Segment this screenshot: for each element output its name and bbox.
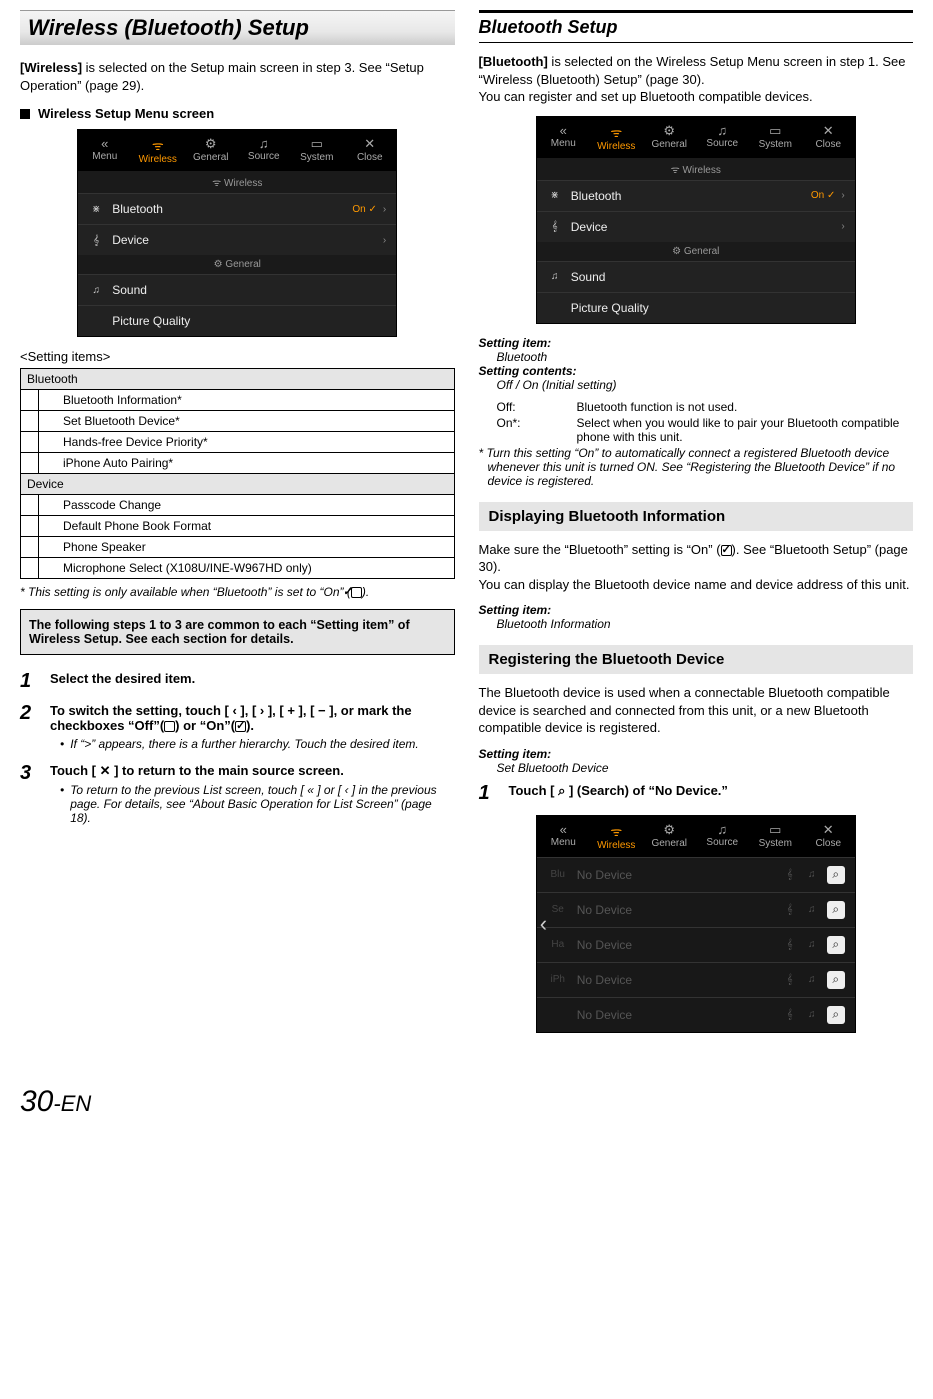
- wireless-setup-heading: Wireless (Bluetooth) Setup: [20, 10, 455, 45]
- ss-row: Picture Quality: [537, 292, 855, 323]
- ss-tab: ᯤWireless: [131, 130, 184, 171]
- no-device-screenshot: «MenuᯤWireless⚙General♫Source▭System✕Clo…: [536, 815, 856, 1033]
- search-icon: ⌕: [827, 1006, 845, 1024]
- setting-items-table: Bluetooth Bluetooth Information*Set Blue…: [20, 368, 455, 579]
- chevron-left-icon: ‹: [540, 911, 547, 937]
- no-device-row: SeNo Device𝄞♫⌕: [537, 892, 855, 927]
- bt-info-body: Make sure the “Bluetooth” setting is “On…: [479, 541, 914, 594]
- bluetooth-on-footnote: * This setting is only available when “B…: [20, 585, 455, 599]
- page-number: 30-EN: [20, 1085, 913, 1119]
- search-icon: ⌕: [827, 866, 845, 884]
- table-group-device: Device: [21, 474, 455, 495]
- checkbox-on-icon: [351, 587, 362, 598]
- ss-tab: ▭System: [749, 816, 802, 857]
- ss-tab: «Menu: [537, 816, 590, 857]
- ss-tab: ᯤWireless: [590, 117, 643, 158]
- ss-tab: ✕Close: [802, 117, 855, 158]
- definition-row: Off:Bluetooth function is not used.: [479, 400, 914, 414]
- checkbox-on-icon: [235, 721, 246, 732]
- ss-tab: ⚙General: [643, 816, 696, 857]
- table-row: Bluetooth Information*: [39, 390, 455, 411]
- ss-row: ⋇BluetoothOn ✓›: [537, 180, 855, 211]
- table-row: Passcode Change: [39, 495, 455, 516]
- wireless-keyword: [Wireless]: [20, 60, 82, 75]
- checkbox-on-icon: [721, 545, 732, 556]
- no-device-row: HaNo Device𝄞♫⌕: [537, 927, 855, 962]
- no-device-row: No Device𝄞♫⌕: [537, 997, 855, 1032]
- register-step-1: 1 Touch [ ⌕ ] (Search) of “No Device.”: [479, 783, 914, 803]
- table-row: Set Bluetooth Device*: [39, 411, 455, 432]
- registering-bt-device-heading: Registering the Bluetooth Device: [479, 645, 914, 674]
- table-group-bluetooth: Bluetooth: [21, 369, 455, 390]
- ss-tab: «Menu: [537, 117, 590, 158]
- ss-row: ♫Sound: [78, 274, 396, 305]
- setting-contents-value: Off / On (Initial setting): [479, 378, 914, 392]
- ss-tab: ▭System: [290, 130, 343, 171]
- ss-tab: ♫Source: [696, 117, 749, 158]
- step-1: 1 Select the desired item.: [20, 671, 455, 691]
- ss-row: 𝄞Device›: [78, 224, 396, 255]
- ss-tab: ▭System: [749, 117, 802, 158]
- square-bullet-icon: [20, 109, 30, 119]
- bluetooth-setup-screenshot: «MenuᯤWireless⚙General♫Source▭System✕Clo…: [536, 116, 856, 324]
- no-device-row: BluNo Device𝄞♫⌕: [537, 857, 855, 892]
- ss-row: Picture Quality: [78, 305, 396, 336]
- auto-connect-footnote: * Turn this setting “On” to automaticall…: [479, 446, 914, 488]
- register-body: The Bluetooth device is used when a conn…: [479, 684, 914, 737]
- search-icon: ⌕: [827, 901, 845, 919]
- search-icon: ⌕: [827, 936, 845, 954]
- table-row: Hands-free Device Priority*: [39, 432, 455, 453]
- setting-item-value: Bluetooth: [479, 350, 914, 364]
- ss-row: 𝄞Device›: [537, 211, 855, 242]
- setting-contents-label: Setting contents:: [479, 364, 914, 378]
- table-row: Microphone Select (X108U/INE-W967HD only…: [39, 558, 455, 579]
- bluetooth-setup-heading: Bluetooth Setup: [479, 10, 914, 43]
- right-column: Bluetooth Setup [Bluetooth] is selected …: [479, 10, 914, 1045]
- table-row: Phone Speaker: [39, 537, 455, 558]
- ss-row: ⋇BluetoothOn ✓›: [78, 193, 396, 224]
- search-icon: ⌕: [827, 971, 845, 989]
- bluetooth-intro: [Bluetooth] is selected on the Wireless …: [479, 53, 914, 106]
- ss-tab: ⚙General: [643, 117, 696, 158]
- table-row: iPhone Auto Pairing*: [39, 453, 455, 474]
- ss-tab: ✕Close: [343, 130, 396, 171]
- step-3: 3 Touch [ ✕ ] to return to the main sour…: [20, 763, 455, 825]
- no-device-row: iPhNo Device𝄞♫⌕: [537, 962, 855, 997]
- checkbox-off-icon: [164, 721, 175, 732]
- definition-row: On*:Select when you would like to pair y…: [479, 416, 914, 444]
- wireless-intro: [Wireless] is selected on the Setup main…: [20, 59, 455, 94]
- ss-tab: ᯤWireless: [590, 816, 643, 857]
- ss-tab: ⚙General: [184, 130, 237, 171]
- wireless-menu-subhead: Wireless Setup Menu screen: [20, 106, 455, 121]
- common-steps-callout: The following steps 1 to 3 are common to…: [20, 609, 455, 655]
- ss-row: ♫Sound: [537, 261, 855, 292]
- step-2: 2 To switch the setting, touch [ ‹ ], [ …: [20, 703, 455, 751]
- setting-items-label: <Setting items>: [20, 349, 455, 364]
- setting-item-label: Setting item:: [479, 336, 914, 350]
- ss-tab: ✕Close: [802, 816, 855, 857]
- ss-tab: «Menu: [78, 130, 131, 171]
- steps-list: 1 Select the desired item. 2 To switch t…: [20, 671, 455, 825]
- table-row: Default Phone Book Format: [39, 516, 455, 537]
- ss-tab: ♫Source: [696, 816, 749, 857]
- wireless-menu-screenshot: «MenuᯤWireless⚙General♫Source▭System✕Clo…: [77, 129, 397, 337]
- ss-tab: ♫Source: [237, 130, 290, 171]
- displaying-bt-info-heading: Displaying Bluetooth Information: [479, 502, 914, 531]
- left-column: Wireless (Bluetooth) Setup [Wireless] is…: [20, 10, 455, 1045]
